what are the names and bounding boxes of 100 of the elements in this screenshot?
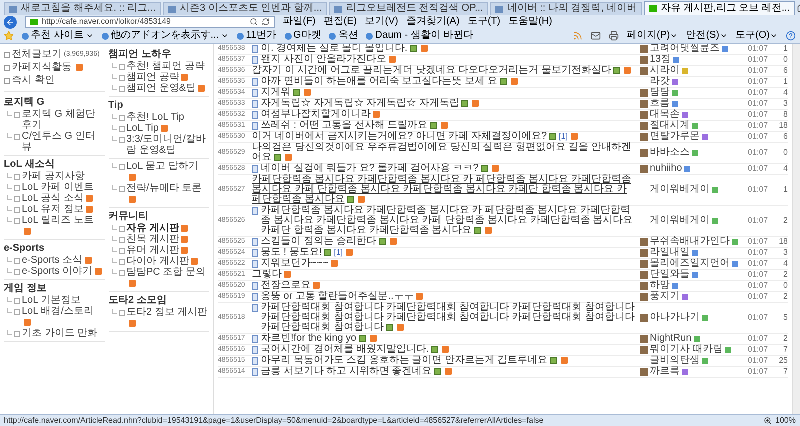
- menu-item[interactable]: 도구(T): [468, 16, 501, 28]
- sidebar-link[interactable]: 챔피언 공략: [126, 72, 190, 83]
- post-title-link[interactable]: 뭉도 ! 뭉도요! [1]: [261, 248, 356, 258]
- browser-tab[interactable]: 시즌3 이스포츠도 인벤과 함께...: [163, 2, 328, 15]
- post-title-link[interactable]: 카페단합력대회 참여합니다 카페단합력대회 참여합니다 카페단합력대회 참여합니다 카페단합력대회 참여합니다 카페단합력대회 참여합니다 카페단합력대회 참여합니다 카페단합력대회 참여합니다: [261, 303, 636, 333]
- sidebar-link[interactable]: 전략/뉴메타 토론: [126, 183, 209, 205]
- sidebar-link[interactable]: 탐탐PC 조합 문의: [126, 267, 209, 289]
- author-name[interactable]: 무쉬속배내가인다: [650, 237, 730, 247]
- back-button[interactable]: [4, 16, 17, 28]
- toolbar-menu[interactable]: 안전(S): [686, 30, 728, 42]
- author-name[interactable]: 아나가나기: [650, 313, 700, 323]
- toolbar-menu[interactable]: 도구(O): [736, 30, 778, 42]
- sidebar-link[interactable]: 로지텍 G 체험단 후기: [22, 109, 104, 131]
- post-title-link[interactable]: 지게워: [261, 88, 313, 98]
- sidebar-link[interactable]: 유머 게시판: [126, 245, 190, 256]
- scrollbar[interactable]: [792, 44, 800, 414]
- post-title-link[interactable]: 갑자기 이 시간에 어그로 끌리는게더 낫겠네요 다오다오거리는거 물보기전화실다: [252, 66, 634, 76]
- sidebar-link[interactable]: 자유 게시판: [126, 223, 190, 234]
- mail-icon[interactable]: [590, 31, 601, 41]
- menu-item[interactable]: 즐겨찾기(A): [406, 16, 460, 28]
- author-name[interactable]: 바바소스: [650, 148, 690, 158]
- post-title-link[interactable]: 네이버 실검에 뭐들가 요? 롤카페 검어사용 ㅋㅋ?: [261, 164, 501, 174]
- post-title-link[interactable]: 자게독립☆ 자게독립☆ 자게독립☆ 자게독립: [261, 99, 482, 109]
- post-title-link[interactable]: 카페단합력좀 봅시다요 카페단합력좀 봅시다요 카 페단합력좀 봅시다요 카페단합력좀 봅시다요 카페단합력좀 봅시다요 카페 단합력좀 봅시다요 카페단합력좀 봅시다요 카페단 합력좀 봅시다요 카페단합력좀 봅시다요: [261, 206, 636, 236]
- browser-tab[interactable]: 네이버 :: 나의 경쟁력, 네이버: [490, 2, 642, 15]
- author-name[interactable]: nuhiiho: [650, 164, 682, 174]
- favorites-link[interactable]: 11번가: [237, 30, 277, 42]
- sidebar-link[interactable]: 카페지식활동: [12, 62, 72, 73]
- sidebar-link[interactable]: 챔피언 운영&팁: [126, 83, 207, 94]
- post-title-link[interactable]: 왠지 사진이 안올라가진다오: [261, 55, 398, 65]
- post-title-link[interactable]: 카페단합력좀 봅시다요 카페단합력좀 봅시다요 카 페단합력좀 봅시다요 카페단합력좀 봅시다요 카페 단합력좀 봅시다요 카페단합력좀 봅시다요 카페단 합력좀 봅시다요 카페단합력좀 봅시다요: [252, 175, 636, 205]
- sidebar-link[interactable]: 전체글보기: [12, 49, 62, 60]
- sidebar-link[interactable]: 추천! 챔피언 공략: [126, 61, 205, 72]
- sidebar-link[interactable]: LoL 유저 정보: [22, 204, 95, 215]
- author-name[interactable]: 몰리에즈일지언어: [650, 259, 730, 269]
- post-title-link[interactable]: 나의검은 당신의것이에요 우주류검법이에요 당신의 실력은 형편없어요 길을 안내하겐어요: [252, 143, 636, 163]
- author-name[interactable]: 글비의탄생: [650, 356, 700, 366]
- sidebar-link[interactable]: LoL 배경/스토리: [22, 306, 104, 328]
- favorites-link[interactable]: Daum - 생활이 바뀐다: [366, 30, 474, 42]
- author-name[interactable]: 면탈가루몬: [650, 132, 700, 142]
- author-name[interactable]: 13정: [650, 55, 672, 65]
- sidebar-link[interactable]: e-Sports 이야기: [22, 266, 104, 277]
- sidebar-link[interactable]: 추천! LoL Tip: [126, 112, 184, 123]
- sidebar-link[interactable]: LoL 기본정보: [22, 295, 82, 306]
- zoom-level[interactable]: 100%: [776, 414, 796, 426]
- favorites-star-icon[interactable]: [4, 31, 14, 41]
- author-name[interactable]: 풍지기: [650, 292, 680, 302]
- sidebar-link[interactable]: 3:3/도미니언/칼바람 운영&팁: [126, 134, 209, 156]
- author-name[interactable]: NightRun: [650, 334, 692, 344]
- post-title-link[interactable]: 지워보던가~~~: [261, 259, 340, 269]
- author-name[interactable]: 흐름: [650, 99, 670, 109]
- post-title-link[interactable]: 국어시간에 경어체를 배웠지말입니다.: [261, 345, 452, 355]
- author-name[interactable]: 라일내일: [650, 248, 690, 258]
- author-name[interactable]: 라갓: [650, 77, 670, 87]
- post-title-link[interactable]: 전장으로요: [261, 281, 322, 291]
- post-title-link[interactable]: 쓰레쉬 : 어떤 고통을 선사해 드릴까요: [261, 121, 450, 131]
- post-title-link[interactable]: 그렇다: [252, 270, 293, 280]
- author-name[interactable]: 시라이: [650, 66, 680, 76]
- favorites-link[interactable]: 추천 사이트: [22, 30, 94, 42]
- favorites-link[interactable]: 옥션: [329, 30, 358, 42]
- post-title-link[interactable]: 여성부나잡치할게이니라: [261, 110, 382, 120]
- address-field[interactable]: http://cafe.naver.com/lolkor/4853149: [25, 16, 275, 28]
- search-icon[interactable]: [250, 18, 258, 26]
- sidebar-link[interactable]: LoL 카페 이벤트: [22, 182, 94, 193]
- help-icon[interactable]: [786, 31, 796, 41]
- post-title-link[interactable]: 차르빈!for the king yo: [261, 334, 379, 344]
- browser-tab[interactable]: 자유 게시판,리그 오브 레전...: [644, 1, 796, 15]
- author-name[interactable]: 단일와들: [650, 270, 690, 280]
- author-name[interactable]: 탐탐: [650, 88, 670, 98]
- browser-tab[interactable]: 새로고침을 해주세요. :: 리그...: [4, 2, 162, 15]
- author-name[interactable]: 대목손: [650, 110, 680, 120]
- author-name[interactable]: 절대시계: [650, 121, 690, 131]
- sidebar-link[interactable]: C/엔투스 G 인터뷰: [22, 131, 104, 153]
- author-name[interactable]: 하앙: [650, 281, 670, 291]
- menu-item[interactable]: 파일(F): [283, 16, 316, 28]
- sidebar-link[interactable]: 기초 가이드 만화: [22, 328, 98, 339]
- sidebar-link[interactable]: e-Sports 소식: [22, 255, 94, 266]
- sidebar-link[interactable]: 다이아 게시판: [126, 256, 200, 267]
- sidebar-link[interactable]: LoL 공식 소식: [22, 193, 95, 204]
- sidebar-link[interactable]: 즉시 확인: [12, 75, 55, 86]
- menu-item[interactable]: 편집(E): [324, 16, 358, 28]
- browser-tab[interactable]: 리그오브레전드 전적검색 OP...: [329, 2, 488, 15]
- menu-item[interactable]: 도움말(H): [508, 16, 552, 28]
- menu-item[interactable]: 보기(V): [365, 16, 398, 28]
- sidebar-link[interactable]: 도타2 정보 게시판: [126, 307, 209, 329]
- author-name[interactable]: 까르륵: [650, 367, 680, 377]
- post-title-link[interactable]: 아까 연비들이 하는애를 어리숙 보고실다는뜻 보세 요: [261, 77, 520, 87]
- favorites-link[interactable]: 他のアドオンを表示す...: [102, 30, 230, 42]
- post-title-link[interactable]: 옹뚱 or 고통 할란들어주실분..ㅜㅜ: [261, 292, 425, 302]
- author-name[interactable]: 뭐이기사 때카림: [650, 345, 723, 355]
- favorites-link[interactable]: G마켓: [284, 30, 322, 42]
- post-title-link[interactable]: 이거 네이버에서 금지시키는거에요? 아니면 카페 자체결정이에요? [1]: [252, 132, 580, 142]
- refresh-icon[interactable]: [262, 18, 270, 26]
- toolbar-menu[interactable]: 페이지(P): [626, 30, 678, 42]
- post-title-link[interactable]: 스킴들이 정의는 승리한다: [261, 237, 399, 247]
- post-title-link[interactable]: 금릉 서보기나 하고 시위하면 좋겐네요: [261, 367, 454, 377]
- sidebar-link[interactable]: 친목 게시판: [126, 234, 190, 245]
- sidebar-link[interactable]: LoL Tip: [126, 123, 170, 134]
- author-name[interactable]: 게이워베게이: [650, 185, 710, 195]
- author-name[interactable]: 게이워베게이: [650, 216, 710, 226]
